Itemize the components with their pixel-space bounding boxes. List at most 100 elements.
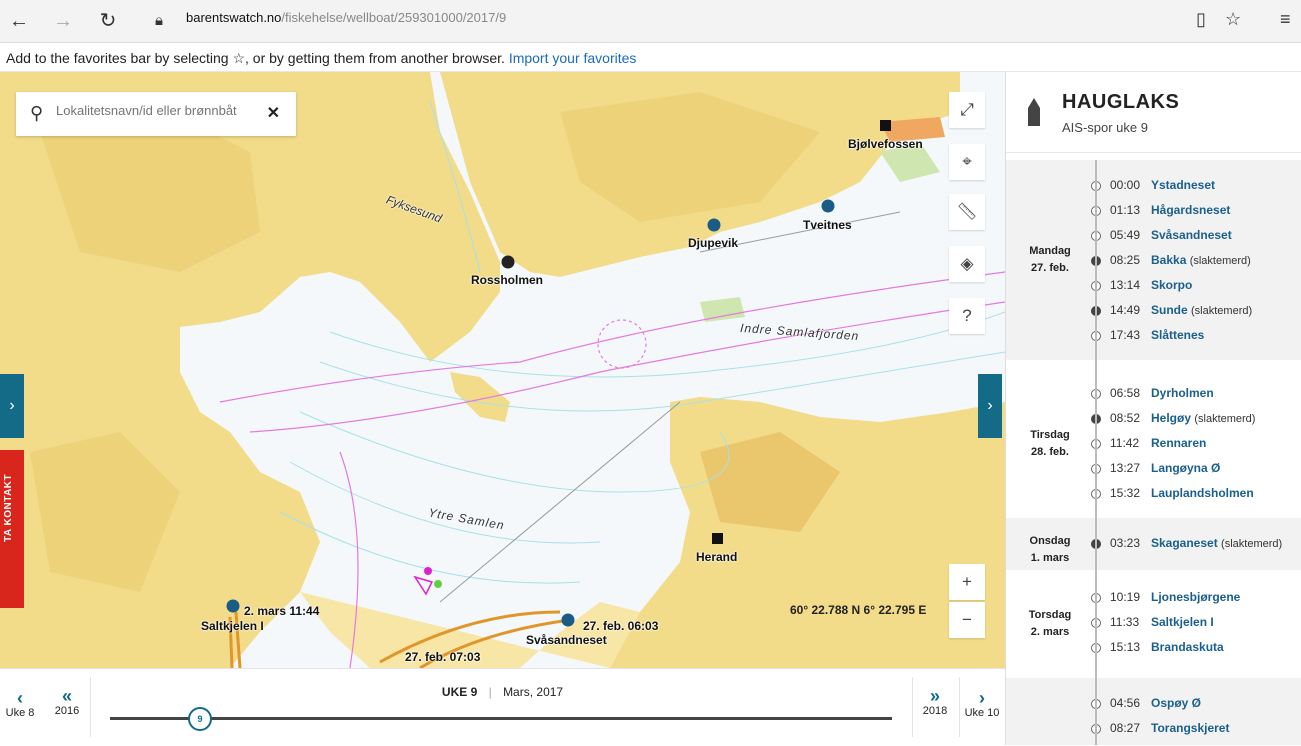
tveitnes-marker[interactable] xyxy=(821,199,835,213)
cursor-coordinates: 60° 22.788 N 6° 22.795 E xyxy=(790,603,927,617)
stop-name[interactable]: Helgøy (slaktemerd) xyxy=(1151,411,1255,425)
url-host: barentswatch.no xyxy=(186,10,282,25)
week-header: UKE 9 | Mars, 2017 xyxy=(441,685,564,699)
day-block: 04:56 Ospøy Ø 08:27 Torangskjeret xyxy=(1006,678,1301,745)
map-canvas xyxy=(0,72,1005,668)
address-bar[interactable]: barentswatch.no/fiskehelse/wellboat/2593… xyxy=(186,10,506,25)
rossholmen-marker[interactable] xyxy=(501,255,515,269)
herand-marker[interactable] xyxy=(712,533,723,544)
stop-name[interactable]: Lauplandsholmen xyxy=(1151,486,1254,500)
fullscreen-icon[interactable]: ⤢ xyxy=(949,92,985,128)
stop-time: 13:27 xyxy=(1110,461,1141,475)
saltkjelen-marker[interactable] xyxy=(226,599,240,613)
stop-name[interactable]: Sunde (slaktemerd) xyxy=(1151,303,1252,317)
zoom-out-button[interactable]: − xyxy=(949,602,985,638)
refresh-icon[interactable]: ↻ xyxy=(95,8,121,34)
week-slider-track[interactable] xyxy=(110,717,892,720)
locate-icon[interactable]: ⌖ xyxy=(949,144,985,180)
next-year-button[interactable]: » 2018 xyxy=(918,687,952,717)
week-slider-knob[interactable]: 9 xyxy=(188,707,212,731)
stop-name[interactable]: Dyrholmen xyxy=(1151,386,1214,400)
ruler-icon[interactable]: 📏︎ xyxy=(949,194,985,230)
stop-name[interactable]: Ospøy Ø xyxy=(1151,696,1201,710)
stop-name[interactable]: Hågardsneset xyxy=(1151,203,1230,217)
expand-left-panel-button[interactable]: › xyxy=(0,374,24,438)
stop-name[interactable]: Saltkjelen I xyxy=(1151,615,1214,629)
stop-time: 10:19 xyxy=(1110,590,1141,604)
prev-week-label: Uke 8 xyxy=(5,707,35,719)
stop-name[interactable]: Slåttenes xyxy=(1151,328,1204,342)
stop-note: (slaktemerd) xyxy=(1194,413,1256,425)
stop-name[interactable]: Rennaren xyxy=(1151,436,1206,450)
stop-name[interactable]: Skaganeset (slaktemerd) xyxy=(1151,536,1282,550)
stop-time: 17:43 xyxy=(1110,328,1141,342)
stop-name[interactable]: Langøyna Ø xyxy=(1151,461,1220,475)
back-icon[interactable]: ← xyxy=(6,8,32,34)
day-block: Tirsdag 28. feb. 06:58 Dyrholmen 08:52 Helgø… xyxy=(1006,368,1301,516)
url-path: /fiskehelse/wellboat/259301000/2017/9 xyxy=(281,10,507,25)
stop-time: 04:56 xyxy=(1110,696,1141,710)
stop-name[interactable]: Ljonesbjørgene xyxy=(1151,590,1240,604)
stop-time: 05:49 xyxy=(1110,228,1141,242)
expand-right-panel-button[interactable]: › xyxy=(978,374,1002,438)
search-icon: ⚲ xyxy=(30,103,44,123)
label-tveitnes: Tveitnes xyxy=(803,218,852,232)
day-label: Mandag 27. feb. xyxy=(1006,243,1094,277)
stop-name[interactable]: Svåsandneset xyxy=(1151,228,1232,242)
stop-name[interactable]: Ystadneset xyxy=(1151,178,1215,192)
week-timeline: ‹ Uke 8 « 2016 UKE 9 | Mars, 2017 9 » 20… xyxy=(0,668,1005,746)
double-chevron-right-icon: » xyxy=(929,686,940,706)
vessel-name: HAUGLAKS xyxy=(1062,91,1180,113)
forward-icon[interactable]: → xyxy=(50,8,76,34)
svasandneset-marker[interactable] xyxy=(561,613,575,627)
label-svasandneset: Svåsandneset xyxy=(526,633,607,647)
stop-time: 14:49 xyxy=(1110,303,1141,317)
search-input[interactable] xyxy=(54,102,268,119)
favorite-star-icon[interactable]: ☆ xyxy=(1225,9,1241,30)
day-name: Torsdag xyxy=(1028,609,1072,621)
stop-time: 00:00 xyxy=(1110,178,1141,192)
zoom-in-button[interactable]: + xyxy=(949,564,985,600)
day-label: Onsdag 1. mars xyxy=(1006,533,1094,567)
stop-time: 15:32 xyxy=(1110,486,1141,500)
stop-time: 11:42 xyxy=(1110,436,1140,450)
bjolvefossen-marker[interactable] xyxy=(880,120,891,131)
label-saltkjelen-time: 2. mars 11:44 xyxy=(244,604,320,618)
stop-time: 11:33 xyxy=(1110,615,1140,629)
stop-note: (slaktemerd) xyxy=(1189,255,1251,267)
week-label: UKE 9 xyxy=(441,685,478,699)
label-svasandneset-time: 27. feb. 06:03 xyxy=(583,619,659,633)
stop-note: (slaktemerd) xyxy=(1221,538,1283,550)
djupevik-marker[interactable] xyxy=(707,218,721,232)
map-help-icon[interactable]: ? xyxy=(949,298,985,334)
map-view[interactable]: Bjølvefossen Djupevik Tveitnes Rossholme… xyxy=(0,72,1005,668)
vessel-subtitle: AIS-spor uke 9 xyxy=(1062,120,1148,135)
next-week-button[interactable]: › Uke 10 xyxy=(962,689,1002,719)
contact-tab-label: TA KONTAKT xyxy=(3,473,14,542)
menu-icon[interactable]: ≡ xyxy=(1280,9,1291,30)
stop-time: 01:13 xyxy=(1110,203,1141,217)
stop-name[interactable]: Torangskjeret xyxy=(1151,721,1229,735)
browser-toolbar: ← → ↻ 🔒︎ barentswatch.no/fiskehelse/well… xyxy=(0,0,1301,43)
day-name: Tirsdag xyxy=(1030,429,1070,441)
stop-name[interactable]: Skorpo xyxy=(1151,278,1192,292)
day-block: Torsdag 2. mars 10:19 Ljonesbjørgene 11:33 S… xyxy=(1006,572,1301,676)
chevron-right-icon: › xyxy=(979,688,985,708)
label-herand: Herand xyxy=(696,550,738,564)
day-block: Mandag 27. feb. 00:00 Ystadneset 01:13 Hågar… xyxy=(1006,160,1301,360)
stop-name[interactable]: Bakka (slaktemerd) xyxy=(1151,253,1251,267)
stop-time: 06:58 xyxy=(1110,386,1141,400)
layers-icon[interactable]: ◈ xyxy=(949,246,985,282)
day-label: Tirsdag 28. feb. xyxy=(1006,427,1094,461)
clear-search-icon[interactable]: ✕ xyxy=(267,103,280,123)
reading-view-icon[interactable]: ▯ xyxy=(1196,9,1206,30)
contact-tab[interactable]: TA KONTAKT xyxy=(0,450,24,608)
day-label: Torsdag 2. mars xyxy=(1006,607,1094,641)
stop-name[interactable]: Brandaskuta xyxy=(1151,640,1224,654)
import-favorites-link[interactable]: Import your favorites xyxy=(509,50,637,66)
divider xyxy=(1006,152,1301,153)
next-week-label: Uke 10 xyxy=(964,707,1000,719)
day-date: 2. mars xyxy=(1030,626,1070,638)
timeline-line xyxy=(1095,160,1097,745)
divider xyxy=(959,677,960,737)
